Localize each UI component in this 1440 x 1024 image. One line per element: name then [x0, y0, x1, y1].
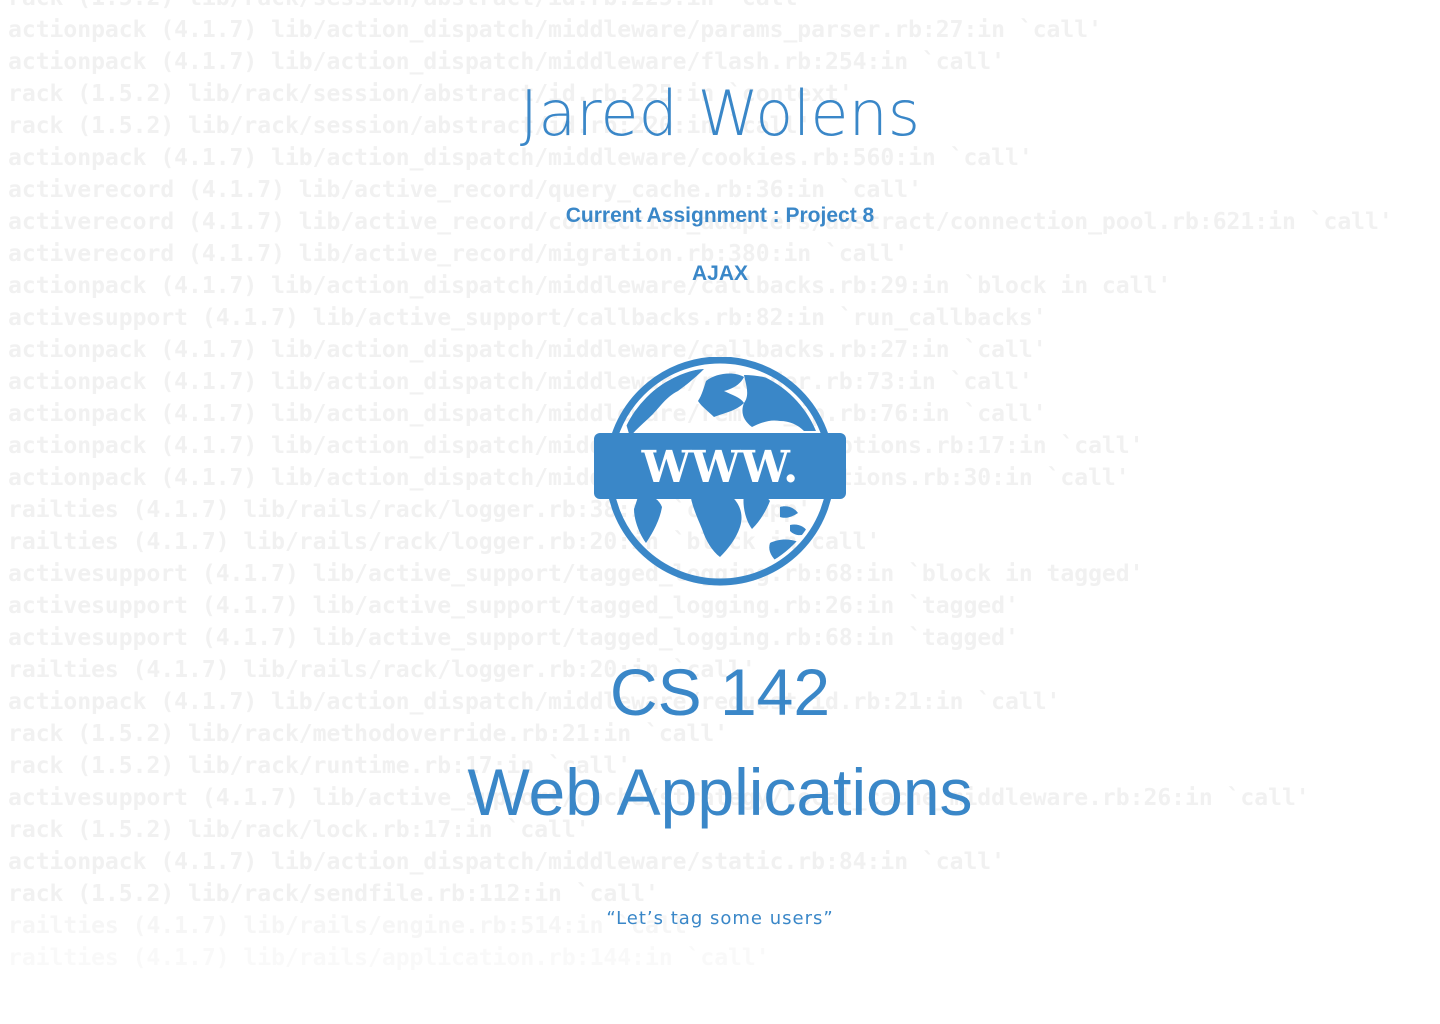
current-assignment-label: Current Assignment : Project 8 — [565, 204, 875, 227]
title-page: rack (1.5.2) lib/rack/session/abstract/i… — [0, 0, 1440, 1024]
course-title: Web Applications — [467, 755, 973, 829]
tagline-quote: “Let’s tag some users” — [606, 908, 834, 929]
title-content: Jared Wolens Current Assignment : Projec… — [0, 0, 1440, 1024]
www-label: WWW. — [641, 442, 799, 493]
author-name: Jared Wolens — [519, 77, 921, 150]
course-code: CS 142 — [609, 655, 831, 729]
globe-www-icon: WWW. — [594, 357, 846, 587]
assignment-topic: AJAX — [691, 262, 749, 285]
